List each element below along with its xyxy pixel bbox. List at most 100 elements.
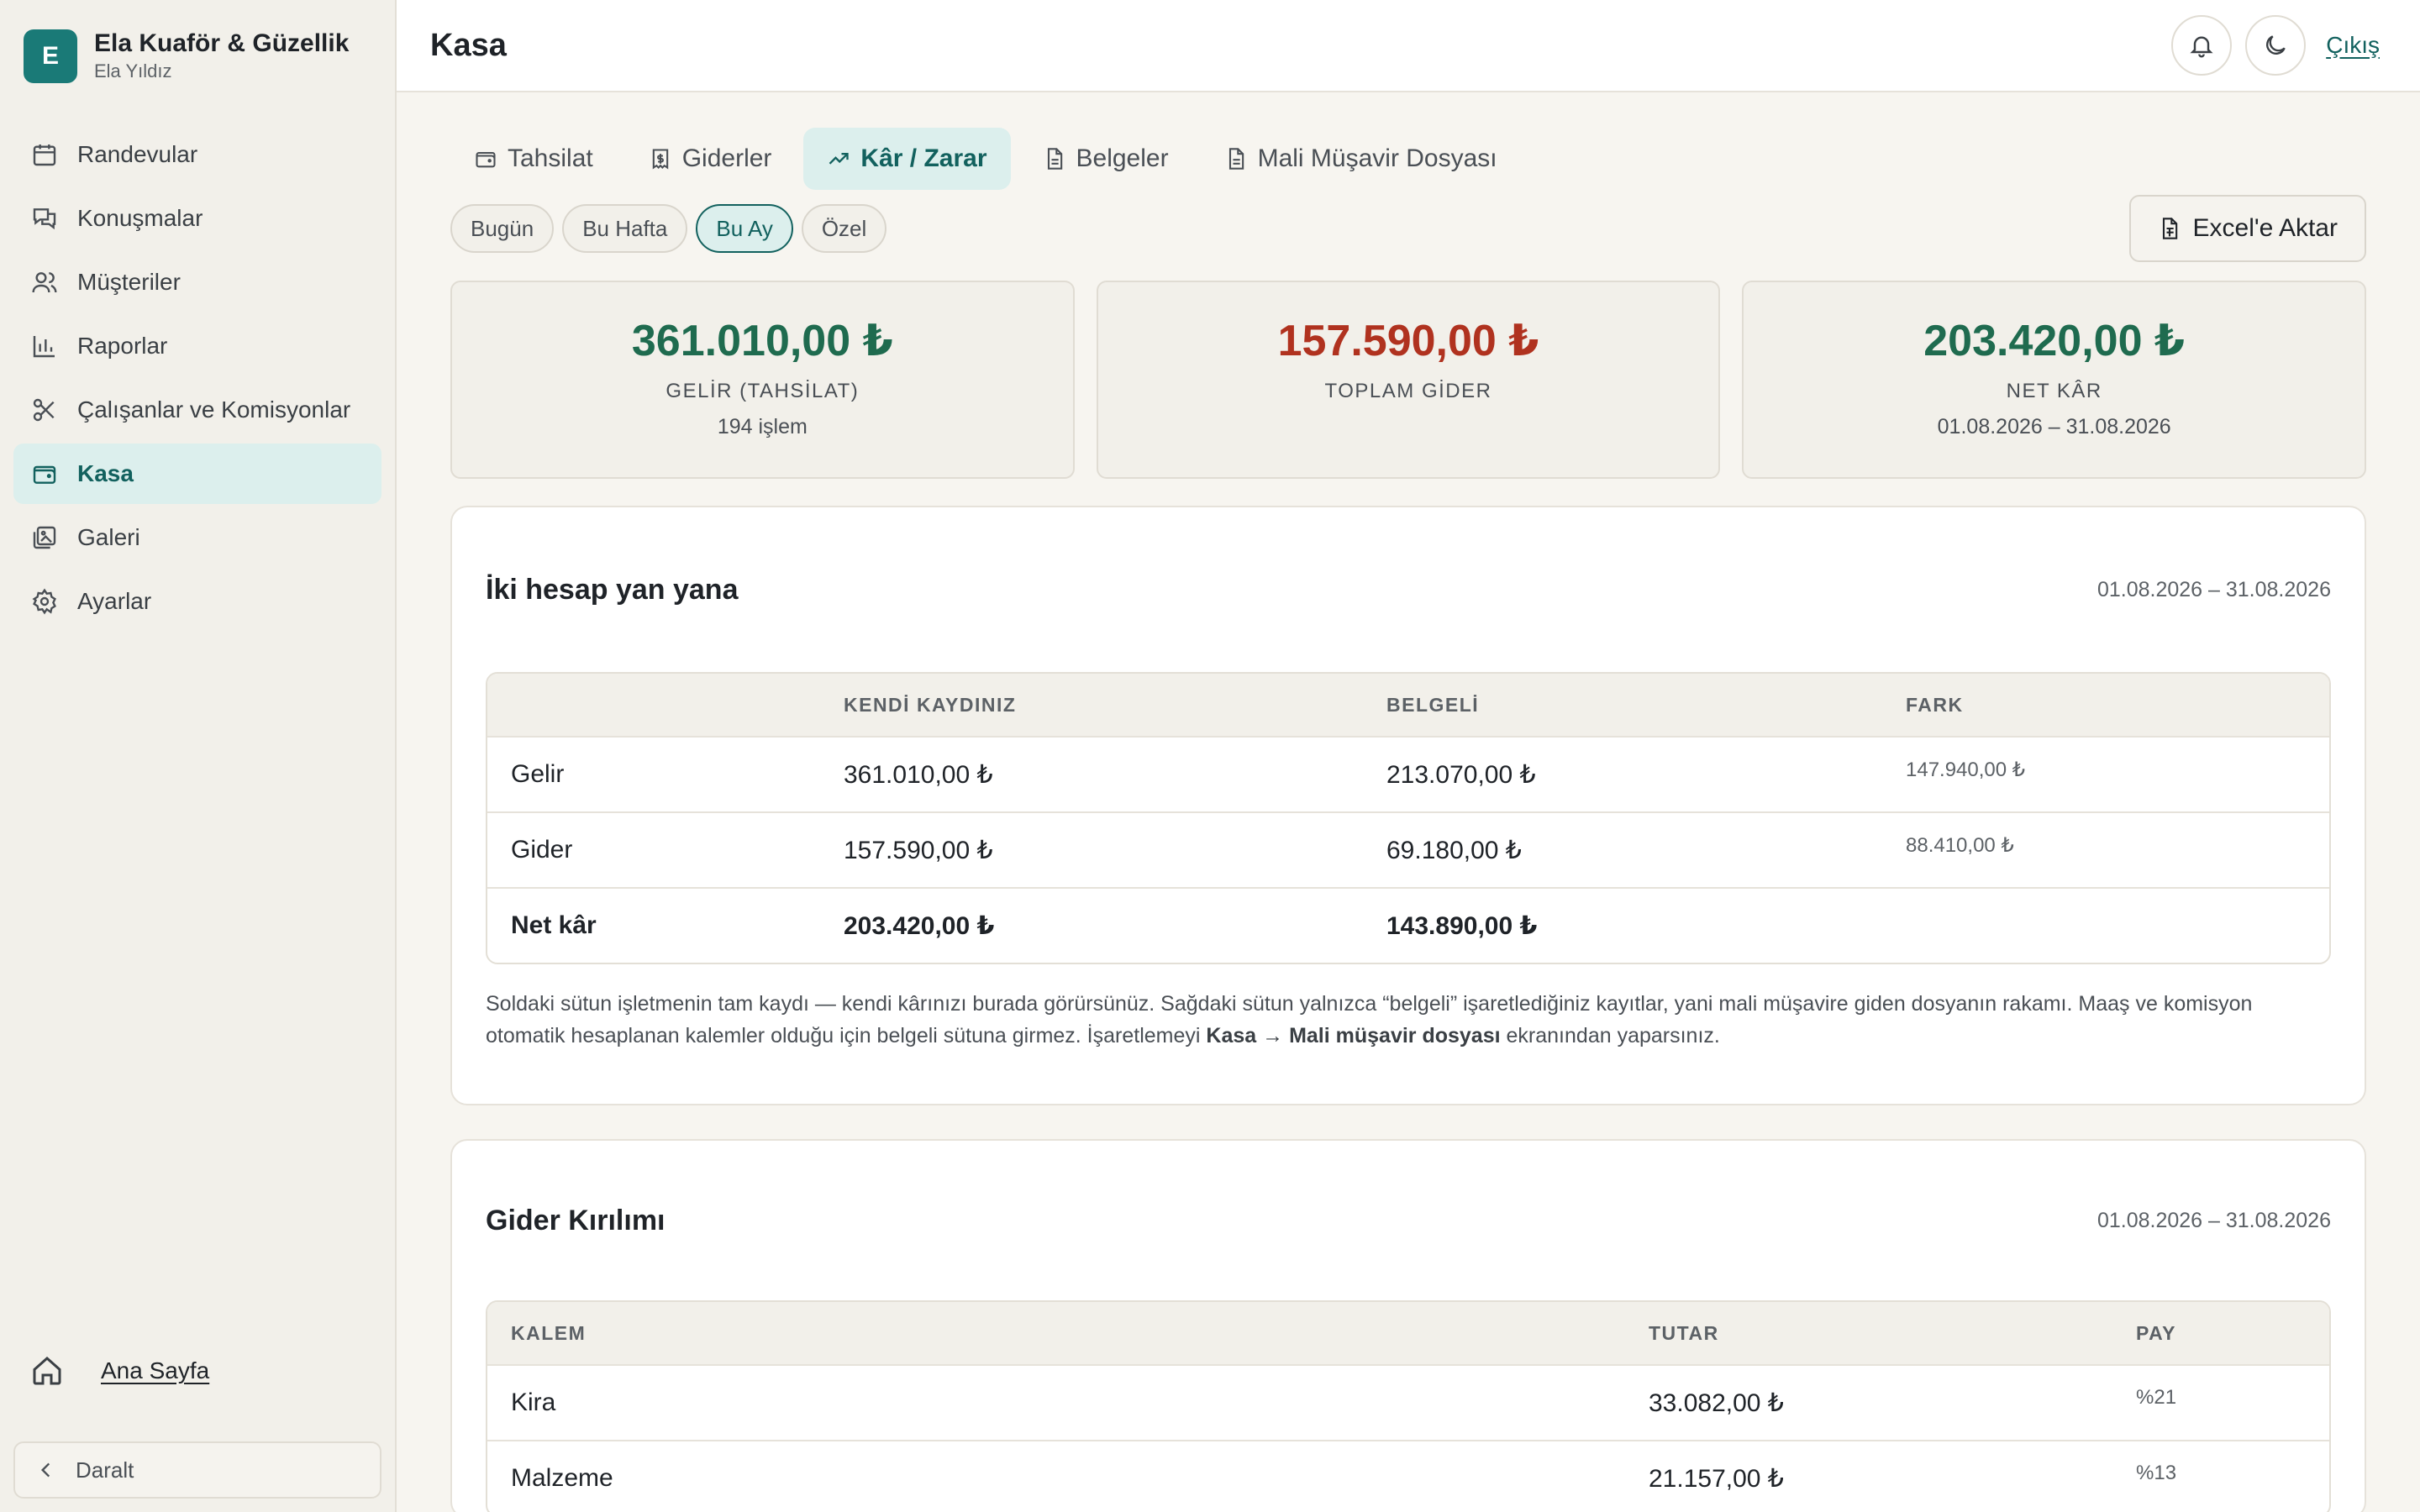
table-row: Kira 33.082,00 ₺ %21	[487, 1364, 2329, 1440]
scissors-icon	[30, 396, 59, 424]
export-label: Excel'e Aktar	[2192, 214, 2338, 242]
date-range: 01.08.2026 – 31.08.2026	[2096, 1208, 2331, 1232]
comparison-card: İki hesap yan yana 01.08.2026 – 31.08.20…	[450, 506, 2366, 1105]
tab-label: Belgeler	[1076, 144, 1169, 172]
sidebar-item-label: Raporlar	[77, 333, 168, 359]
diff-value: 147.940,00 ₺	[1882, 736, 2329, 811]
column-header: BELGELİ	[1363, 674, 1882, 736]
table-row: Malzeme 21.157,00 ₺ %13	[487, 1440, 2329, 1512]
column-header: KENDİ KAYDINIZ	[820, 674, 1363, 736]
collapse-label: Daralt	[76, 1457, 134, 1483]
tab-label: Mali Müşavir Dosyası	[1257, 144, 1497, 172]
stat-card-net-kar: 203.420,00 ₺ NET KÂR 01.08.2026 – 31.08.…	[1742, 281, 2367, 479]
period-chip-bu-ay[interactable]: Bu Ay	[696, 204, 793, 253]
sidebar-item-label: Çalışanlar ve Komisyonlar	[77, 396, 351, 423]
card-title: Gider Kırılımı	[486, 1204, 666, 1236]
stat-label: TOPLAM GİDER	[1324, 380, 1492, 402]
expense-item: Kira	[487, 1364, 1625, 1440]
tab-label: Tahsilat	[508, 144, 593, 172]
users-icon	[30, 268, 59, 297]
home-icon	[33, 1356, 61, 1385]
stat-sub: 01.08.2026 – 31.08.2026	[1937, 415, 2171, 438]
page-title: Kasa	[430, 27, 507, 63]
expense-item: Malzeme	[487, 1440, 1625, 1512]
note-link-text: Kasa → Mali müşavir dosyası	[1206, 1024, 1501, 1047]
sidebar-item-galeri[interactable]: Galeri	[13, 507, 381, 568]
chat-icon	[30, 204, 59, 233]
tab-tahsilat[interactable]: Tahsilat	[450, 128, 617, 190]
own-value: 203.420,00 ₺	[820, 887, 1363, 963]
wallet-icon	[30, 459, 59, 488]
tab-belgeler[interactable]: Belgeler	[1019, 128, 1192, 190]
stat-label: NET KÂR	[2006, 380, 2102, 402]
sidebar-item-label: Ayarlar	[77, 588, 152, 614]
tab-mali-musavir-dosyasi[interactable]: Mali Müşavir Dosyası	[1201, 128, 1521, 190]
tab-label: Kâr / Zarar	[860, 144, 987, 172]
topbar: Kasa Çıkış	[397, 0, 2420, 92]
stat-value: 361.010,00 ₺	[631, 317, 893, 365]
column-header: TUTAR	[1625, 1302, 2112, 1364]
spreadsheet-icon	[2162, 218, 2177, 239]
brand-user: Ela Yıldız	[94, 60, 172, 81]
sidebar-item-label: Müşteriler	[77, 269, 181, 295]
expense-breakdown-table: KALEM TUTAR PAY Kira 33.082,00 ₺ %21 Mal…	[486, 1300, 2331, 1512]
expense-breakdown-card: Gider Kırılımı 01.08.2026 – 31.08.2026 K…	[450, 1139, 2366, 1512]
sidebar-item-musteriler[interactable]: Müşteriler	[13, 252, 381, 312]
diff-value: 88.410,00 ₺	[1882, 811, 2329, 887]
table-row: Net kâr 203.420,00 ₺ 143.890,00 ₺	[487, 887, 2329, 963]
period-chip-bugun[interactable]: Bugün	[450, 204, 555, 253]
logout-link[interactable]: Çıkış	[2326, 32, 2380, 59]
sidebar: E Ela Kuaför & Güzellik Ela Yıldız Rande…	[0, 0, 397, 1512]
stat-card-gider: 157.590,00 ₺ TOPLAM GİDER	[1096, 281, 1721, 479]
tab-kar-zarar[interactable]: Kâr / Zarar	[803, 128, 1011, 190]
sidebar-item-calisanlar[interactable]: Çalışanlar ve Komisyonlar	[13, 380, 381, 440]
note-text: ekranından yaparsınız.	[1500, 1024, 1720, 1047]
date-range: 01.08.2026 – 31.08.2026	[2096, 577, 2331, 601]
home-link[interactable]: Ana Sayfa	[30, 1354, 209, 1388]
table-row: Gelir 361.010,00 ₺ 213.070,00 ₺ 147.940,…	[487, 736, 2329, 811]
period-chip-bu-hafta[interactable]: Bu Hafta	[562, 204, 688, 253]
collapse-sidebar-button[interactable]: Daralt	[13, 1441, 381, 1499]
sidebar-item-ayarlar[interactable]: Ayarlar	[13, 571, 381, 632]
row-label: Net kâr	[487, 887, 820, 963]
own-value: 361.010,00 ₺	[820, 736, 1363, 811]
summary-stats: 361.010,00 ₺ GELİR (TAHSİLAT) 194 işlem …	[450, 281, 2367, 479]
export-excel-button[interactable]: Excel'e Aktar	[2128, 195, 2366, 262]
column-header	[487, 674, 820, 736]
comparison-table: KENDİ KAYDINIZ BELGELİ FARK Gelir 361.01…	[486, 672, 2331, 964]
sidebar-item-raporlar[interactable]: Raporlar	[13, 316, 381, 376]
expense-amount: 21.157,00 ₺	[1625, 1440, 2112, 1512]
column-header: PAY	[2112, 1302, 2329, 1364]
receipt-icon	[652, 149, 668, 170]
kasa-tabs: Tahsilat Giderler Kâr / Zarar Belgeler M…	[450, 128, 2366, 190]
row-label: Gelir	[487, 736, 820, 811]
theme-toggle-button[interactable]	[2245, 15, 2307, 76]
bell-icon	[2190, 36, 2213, 58]
stat-card-gelir: 361.010,00 ₺ GELİR (TAHSİLAT) 194 işlem	[450, 281, 1075, 479]
document-icon	[1047, 148, 1062, 170]
gear-icon	[30, 587, 59, 616]
notifications-button[interactable]	[2171, 15, 2233, 76]
sidebar-item-konusmalar[interactable]: Konuşmalar	[13, 188, 381, 249]
stat-sub: 194 işlem	[717, 415, 808, 438]
sidebar-item-kasa[interactable]: Kasa	[13, 444, 381, 504]
expense-share: %21	[2112, 1364, 2329, 1440]
tab-giderler[interactable]: Giderler	[625, 128, 796, 190]
documented-value: 213.070,00 ₺	[1363, 736, 1882, 811]
diff-value	[1882, 887, 2329, 963]
period-chip-ozel[interactable]: Özel	[801, 204, 887, 253]
sidebar-item-label: Kasa	[77, 460, 134, 486]
brand: E Ela Kuaför & Güzellik Ela Yıldız	[0, 0, 395, 84]
stat-label: GELİR (TAHSİLAT)	[666, 380, 860, 402]
trend-up-icon	[829, 153, 850, 165]
brand-avatar: E	[24, 29, 77, 83]
gallery-icon	[30, 523, 59, 552]
stat-value: 203.420,00 ₺	[1923, 317, 2186, 365]
calendar-icon	[30, 140, 59, 169]
sidebar-item-label: Randevular	[77, 141, 198, 167]
comparison-note: Soldaki sütun işletmenin tam kaydı — ken…	[486, 988, 2331, 1104]
home-link-label: Ana Sayfa	[101, 1357, 210, 1383]
documented-value: 143.890,00 ₺	[1363, 887, 1882, 963]
period-filter: Bugün Bu Hafta Bu Ay Özel	[450, 204, 895, 253]
sidebar-item-randevular[interactable]: Randevular	[13, 124, 381, 185]
